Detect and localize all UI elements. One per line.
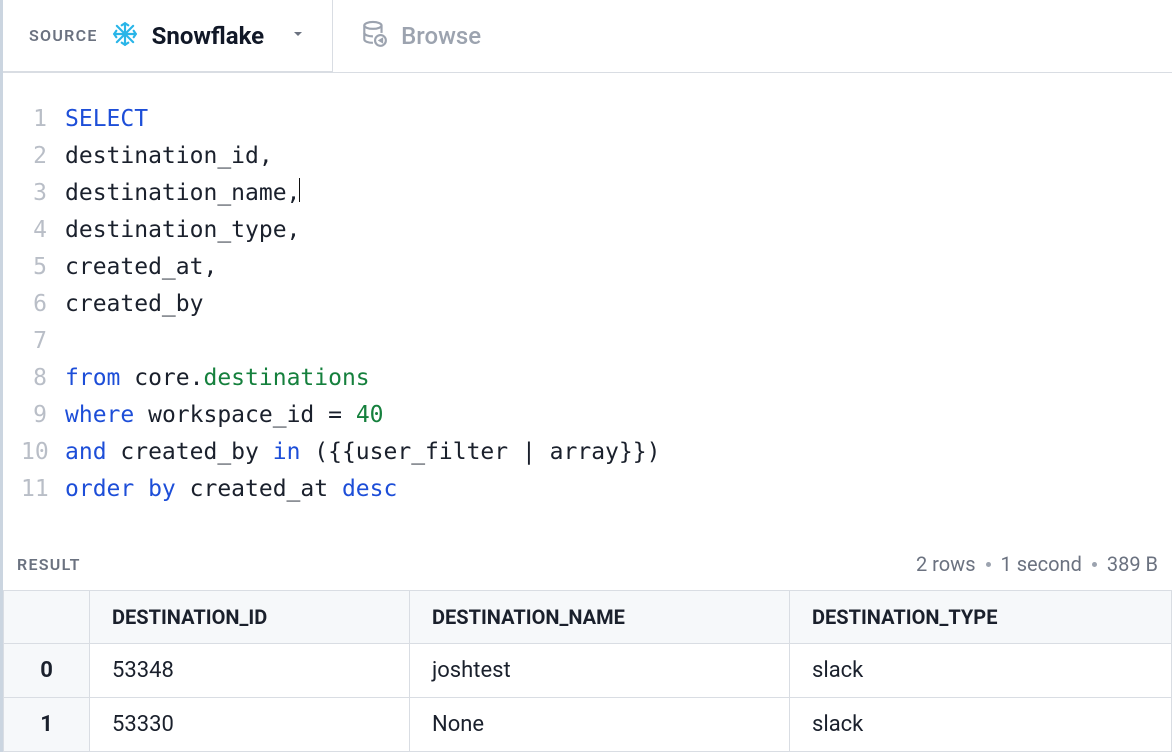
source-dropdown[interactable]: SOURCE Snowflake	[3, 0, 333, 72]
code-content: and created_by in ({{user_filter | array…	[65, 434, 660, 471]
index-header[interactable]	[4, 591, 90, 644]
table-cell[interactable]: None	[410, 698, 790, 752]
result-meta: 2 rows 1 second 389 B	[916, 552, 1158, 576]
code-line[interactable]: 5created_at,	[21, 249, 1172, 286]
line-number: 3	[21, 175, 65, 212]
table-cell[interactable]: joshtest	[410, 644, 790, 698]
line-number: 1	[21, 101, 65, 138]
result-label: RESULT	[17, 555, 81, 574]
rows-count: 2 rows	[916, 552, 976, 576]
code-line[interactable]: 8from core.destinations	[21, 360, 1172, 397]
table-row[interactable]: 053348joshtestslack	[4, 644, 1172, 698]
code-content: where workspace_id = 40	[65, 397, 384, 434]
table-header-row: DESTINATION_ID DESTINATION_NAME DESTINAT…	[4, 591, 1172, 644]
line-number: 6	[21, 286, 65, 323]
line-number: 2	[21, 138, 65, 175]
result-header: RESULT 2 rows 1 second 389 B	[3, 532, 1172, 590]
table-row[interactable]: 153330Noneslack	[4, 698, 1172, 752]
code-line[interactable]: 11order by created_at desc	[21, 471, 1172, 508]
table-cell[interactable]: 53348	[90, 644, 410, 698]
line-number: 8	[21, 360, 65, 397]
source-name: Snowflake	[152, 22, 265, 50]
column-header[interactable]: DESTINATION_NAME	[410, 591, 790, 644]
code-content: order by created_at desc	[65, 471, 397, 508]
line-number: 5	[21, 249, 65, 286]
browse-label: Browse	[401, 22, 481, 50]
source-label: SOURCE	[29, 26, 98, 45]
code-content: destination_type,	[65, 212, 300, 249]
code-line[interactable]: 9where workspace_id = 40	[21, 397, 1172, 434]
database-icon	[361, 20, 387, 52]
code-content: created_by	[65, 286, 203, 323]
code-line[interactable]: 7	[21, 323, 1172, 360]
code-line[interactable]: 3destination_name,	[21, 175, 1172, 212]
code-line[interactable]: 6created_by	[21, 286, 1172, 323]
chevron-down-icon	[290, 26, 306, 46]
column-header[interactable]: DESTINATION_ID	[90, 591, 410, 644]
row-index: 1	[4, 698, 90, 752]
column-header[interactable]: DESTINATION_TYPE	[790, 591, 1172, 644]
app-root: SOURCE Snowflake	[0, 0, 1172, 752]
result-table: DESTINATION_ID DESTINATION_NAME DESTINAT…	[3, 590, 1172, 752]
sql-editor[interactable]: 1SELECT2destination_id,3destination_name…	[3, 73, 1172, 532]
code-content: SELECT	[65, 101, 148, 138]
code-line[interactable]: 4destination_type,	[21, 212, 1172, 249]
line-number: 10	[21, 434, 65, 471]
line-number: 11	[21, 471, 65, 508]
separator-dot	[1092, 562, 1097, 567]
separator-dot	[986, 562, 991, 567]
code-line[interactable]: 1SELECT	[21, 101, 1172, 138]
table-cell[interactable]: slack	[790, 698, 1172, 752]
browse-button[interactable]: Browse	[333, 0, 1172, 72]
code-line[interactable]: 10and created_by in ({{user_filter | arr…	[21, 434, 1172, 471]
row-index: 0	[4, 644, 90, 698]
topbar: SOURCE Snowflake	[3, 0, 1172, 73]
bytes-text: 389 B	[1107, 552, 1158, 576]
code-content: from core.destinations	[65, 360, 370, 397]
elapsed-time: 1 second	[1001, 552, 1082, 576]
table-cell[interactable]: slack	[790, 644, 1172, 698]
table-cell[interactable]: 53330	[90, 698, 410, 752]
line-number: 7	[21, 323, 65, 360]
snowflake-icon	[112, 21, 138, 51]
code-line[interactable]: 2destination_id,	[21, 138, 1172, 175]
code-content: destination_id,	[65, 138, 273, 175]
line-number: 9	[21, 397, 65, 434]
code-content: created_at,	[65, 249, 217, 286]
line-number: 4	[21, 212, 65, 249]
text-cursor	[299, 178, 300, 202]
code-content: destination_name,	[65, 175, 300, 212]
